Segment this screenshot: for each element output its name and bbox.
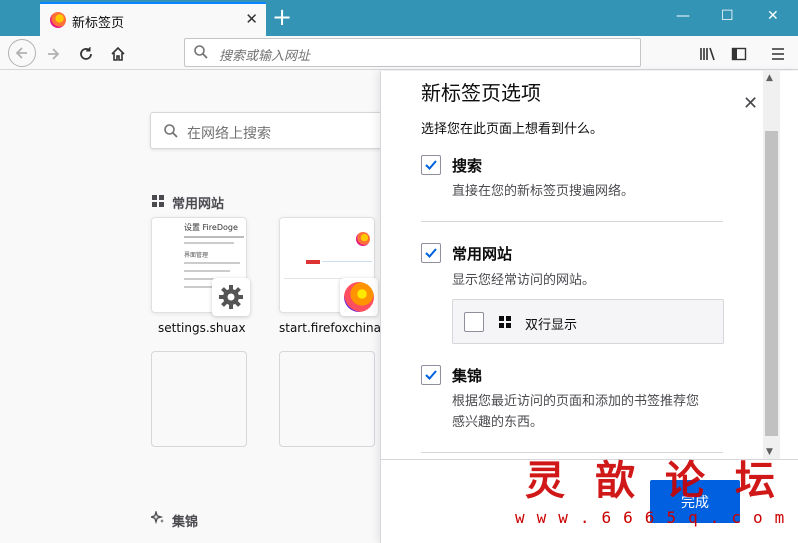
tile-preview-line — [184, 242, 234, 244]
tile-preview-line — [184, 286, 214, 288]
close-window-button[interactable]: ✕ — [767, 6, 779, 26]
gear-icon — [219, 285, 243, 309]
tab-title: 新标签页 — [72, 16, 125, 31]
checkmark-icon — [425, 248, 437, 258]
firefox-icon — [50, 12, 66, 28]
forward-arrow-icon — [48, 48, 60, 60]
scroll-thumb[interactable] — [765, 131, 778, 436]
top-sites-checkbox[interactable] — [421, 243, 441, 263]
panel-subtitle: 选择您在此页面上想看到什么。 — [421, 122, 604, 137]
two-rows-label: 双行显示 — [525, 318, 578, 333]
top-sites-title: 常用网站 — [172, 197, 225, 212]
home-button[interactable] — [105, 41, 131, 67]
forward-button[interactable] — [40, 41, 66, 67]
back-button[interactable] — [8, 39, 36, 67]
tile-gear-badge — [212, 278, 250, 316]
watermark-url: www.6665q.com — [515, 508, 797, 527]
new-tab-button[interactable]: + — [272, 3, 292, 31]
divider — [421, 221, 723, 222]
option-desc-top-sites: 显示您经常访问的网站。 — [452, 273, 596, 288]
search-placeholder: 在网络上搜索 — [187, 126, 271, 142]
highlights-title: 集锦 — [172, 515, 199, 530]
two-rows-checkbox[interactable] — [464, 312, 484, 332]
firefox-icon — [356, 232, 370, 246]
web-search-input[interactable]: 在网络上搜索 — [150, 112, 390, 149]
highlights-sparkle-icon — [151, 511, 164, 525]
watermark-logo: 灵歆论坛 — [525, 457, 798, 504]
tile-firefox-badge — [340, 278, 378, 316]
tile-preview-logo — [306, 260, 320, 264]
tile-preview-line — [184, 270, 230, 272]
tile-preview-line — [184, 262, 240, 264]
panel-close-icon[interactable]: ✕ — [743, 93, 758, 114]
scroll-up-icon[interactable]: ▲ — [766, 73, 773, 83]
maximize-button[interactable]: ☐ — [721, 6, 734, 26]
panel-scrollbar[interactable]: ▲ ▼ — [763, 71, 780, 460]
url-placeholder: 搜索或输入网址 — [219, 49, 311, 64]
sidebar-icon — [731, 47, 747, 61]
tile-preview-line — [322, 261, 372, 262]
url-bar[interactable]: 搜索或输入网址 — [184, 38, 641, 67]
highlights-checkbox[interactable] — [421, 365, 441, 385]
tab-new-tab[interactable]: 新标签页 ✕ — [40, 2, 266, 36]
option-title-highlights: 集锦 — [452, 367, 483, 385]
firefox-logo-icon — [344, 282, 374, 312]
title-bar: 新标签页 ✕ + — ☐ ✕ — [0, 0, 798, 36]
reload-button[interactable] — [73, 41, 99, 67]
sidebar-button[interactable] — [726, 41, 752, 67]
top-sites-grid-icon — [152, 195, 164, 207]
search-checkbox[interactable] — [421, 155, 441, 175]
hamburger-menu-icon — [772, 48, 784, 60]
search-icon — [194, 45, 208, 59]
option-title-search: 搜索 — [452, 157, 483, 175]
reload-icon — [80, 47, 92, 60]
option-desc-highlights-line2: 感兴趣的东西。 — [452, 415, 544, 430]
grid-icon — [499, 316, 511, 328]
home-icon — [111, 46, 125, 61]
panel-title: 新标签页选项 — [421, 81, 541, 105]
back-arrow-icon — [15, 47, 27, 59]
checkmark-icon — [425, 160, 437, 170]
show-two-rows-option[interactable]: 双行显示 — [452, 299, 724, 344]
empty-tile[interactable] — [151, 351, 247, 447]
empty-tile[interactable] — [279, 351, 375, 447]
tile-preview-section: 界面管理 — [184, 252, 209, 259]
option-desc-search: 直接在您的新标签页搜遍网络。 — [452, 184, 635, 199]
search-icon — [164, 124, 178, 138]
library-icon — [700, 47, 715, 61]
tile-preview-title: 设置 FireDoge — [184, 223, 238, 232]
menu-button[interactable] — [765, 41, 791, 67]
library-button[interactable] — [695, 41, 721, 67]
option-desc-highlights-line1: 根据您最近访问的页面和添加的书签推荐您 — [452, 394, 700, 409]
tile-label[interactable]: settings.shuax — [158, 321, 246, 335]
minimize-button[interactable]: — — [676, 6, 690, 26]
tile-label[interactable]: start.firefoxchina — [279, 321, 381, 335]
option-title-top-sites: 常用网站 — [452, 245, 513, 263]
tile-preview-line — [184, 236, 244, 238]
tab-close-icon[interactable]: ✕ — [245, 10, 258, 28]
checkmark-icon — [425, 370, 437, 380]
